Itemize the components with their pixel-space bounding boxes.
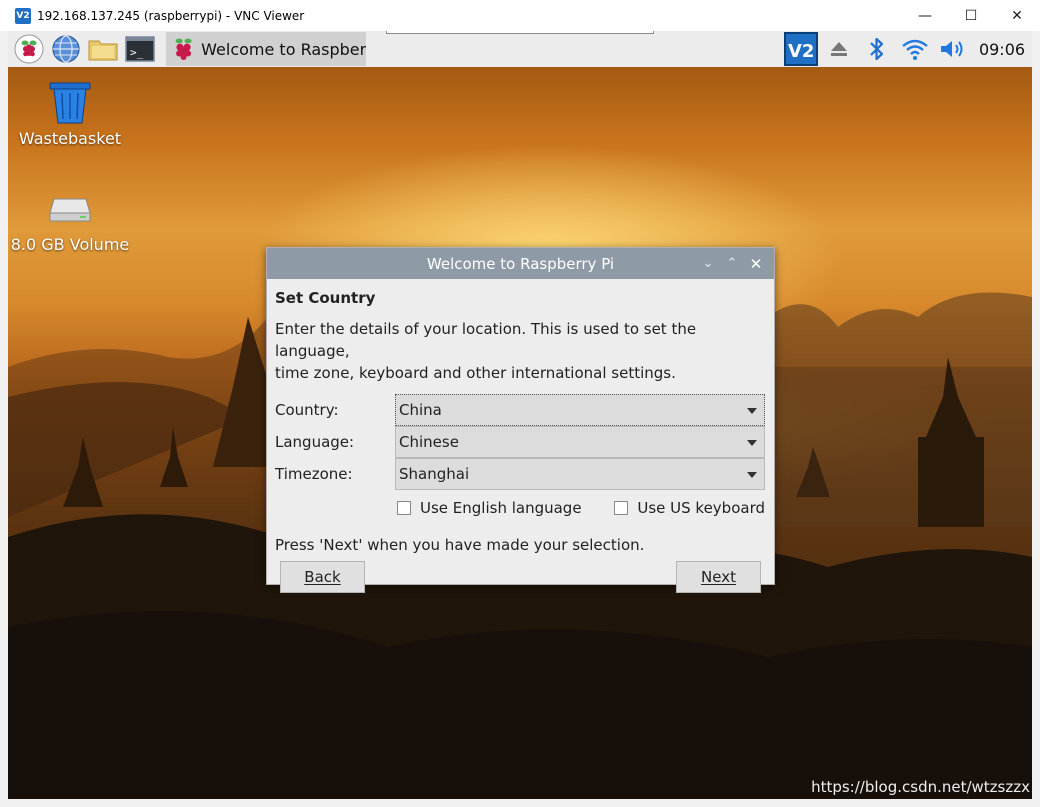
dialog-titlebar[interactable]: Welcome to Raspberry Pi ⌄ ⌃ ✕ (267, 248, 774, 279)
dialog-button-row: Back Next (275, 561, 766, 593)
pi-taskbar: >_ Welcome to Raspberr... V2 (8, 31, 1032, 67)
file-manager-folder-icon[interactable] (87, 33, 119, 65)
web-browser-globe-icon[interactable] (50, 33, 82, 65)
option-checkboxes: Use English language Use US keyboard (397, 497, 765, 519)
next-button[interactable]: Next (676, 561, 761, 593)
vnc-server-icon[interactable]: V2 (782, 31, 820, 67)
wastebasket-icon (49, 82, 91, 124)
eject-icon[interactable] (820, 31, 858, 67)
country-label: Country: (275, 401, 339, 419)
description-line: Enter the details of your location. This… (275, 320, 697, 360)
vnc-window-titlebar: V2 192.168.137.245 (raspberrypi) - VNC V… (0, 0, 1040, 31)
volume-icon[interactable] (934, 31, 972, 67)
language-row: Language: Chinese (275, 426, 766, 458)
timezone-value: Shanghai (399, 465, 470, 483)
maximize-button[interactable]: ☐ (948, 0, 994, 31)
remote-desktop[interactable]: >_ Welcome to Raspberr... V2 (8, 31, 1032, 799)
drive-icon (49, 198, 91, 222)
terminal-icon[interactable]: >_ (124, 33, 156, 65)
country-row: Country: China (275, 394, 766, 426)
use-us-keyboard-label[interactable]: Use US keyboard (637, 499, 765, 517)
dropdown-arrow-icon (747, 472, 757, 478)
bluetooth-icon[interactable] (858, 31, 896, 67)
taskbar-task-welcome[interactable]: Welcome to Raspberr... (166, 32, 366, 66)
window-title: 192.168.137.245 (raspberrypi) - VNC View… (37, 8, 305, 23)
taskbar-clock[interactable]: 09:06 (972, 40, 1032, 59)
window-controls: — ☐ ✕ (902, 0, 1040, 31)
use-us-keyboard-checkbox[interactable]: Use US keyboard (614, 499, 765, 517)
dialog-description: Enter the details of your location. This… (275, 318, 766, 384)
language-label: Language: (275, 433, 355, 451)
back-button[interactable]: Back (280, 561, 365, 593)
raspberry-menu-icon[interactable] (13, 33, 45, 65)
wifi-icon[interactable] (896, 31, 934, 67)
system-tray: V2 09:06 (782, 31, 1032, 67)
country-value: China (399, 401, 442, 419)
checkbox-box[interactable] (397, 501, 411, 515)
language-select[interactable]: Chinese (395, 426, 765, 458)
svg-text:>_: >_ (130, 46, 144, 59)
raspberry-task-icon (175, 38, 192, 61)
desktop-icon-wastebasket[interactable]: Wastebasket (8, 77, 132, 148)
desktop-icon-volume[interactable]: 8.0 GB Volume (8, 191, 132, 254)
timezone-select[interactable]: Shanghai (395, 458, 765, 490)
dialog-title: Welcome to Raspberry Pi (426, 254, 615, 273)
timezone-row: Timezone: Shanghai (275, 458, 766, 490)
description-line: time zone, keyboard and other internatio… (275, 364, 676, 382)
dialog-minimize-chevron-down-icon[interactable]: ⌄ (696, 248, 720, 279)
checkbox-box[interactable] (614, 501, 629, 515)
minimize-button[interactable]: — (902, 0, 948, 31)
timezone-label: Timezone: (275, 465, 353, 483)
dropdown-arrow-icon (747, 408, 757, 414)
taskbar-input-strip (386, 31, 654, 34)
dialog-controls: ⌄ ⌃ ✕ (696, 248, 768, 279)
dialog-hint: Press 'Next' when you have made your sel… (275, 536, 645, 554)
use-english-checkbox[interactable]: Use English language (397, 499, 582, 517)
country-select[interactable]: China (395, 394, 765, 426)
welcome-dialog: Welcome to Raspberry Pi ⌄ ⌃ ✕ Set Countr… (266, 247, 775, 593)
location-form: Country: China Language: Chinese Timezon… (275, 394, 766, 519)
language-value: Chinese (399, 433, 459, 451)
close-button[interactable]: ✕ (994, 0, 1040, 31)
desktop-icon-label: 8.0 GB Volume (10, 235, 130, 254)
dialog-maximize-chevron-up-icon[interactable]: ⌃ (720, 248, 744, 279)
use-english-label[interactable]: Use English language (420, 499, 582, 517)
dialog-heading: Set Country (275, 289, 376, 307)
watermark-text: https://blog.csdn.net/wtzszzx (811, 778, 1030, 796)
desktop-icon-label: Wastebasket (18, 129, 122, 148)
svg-text:V2: V2 (788, 41, 814, 62)
task-label: Welcome to Raspberr... (201, 39, 366, 59)
vnc-app-icon: V2 (15, 7, 31, 24)
dropdown-arrow-icon (747, 440, 757, 446)
dialog-close-icon[interactable]: ✕ (744, 248, 768, 279)
